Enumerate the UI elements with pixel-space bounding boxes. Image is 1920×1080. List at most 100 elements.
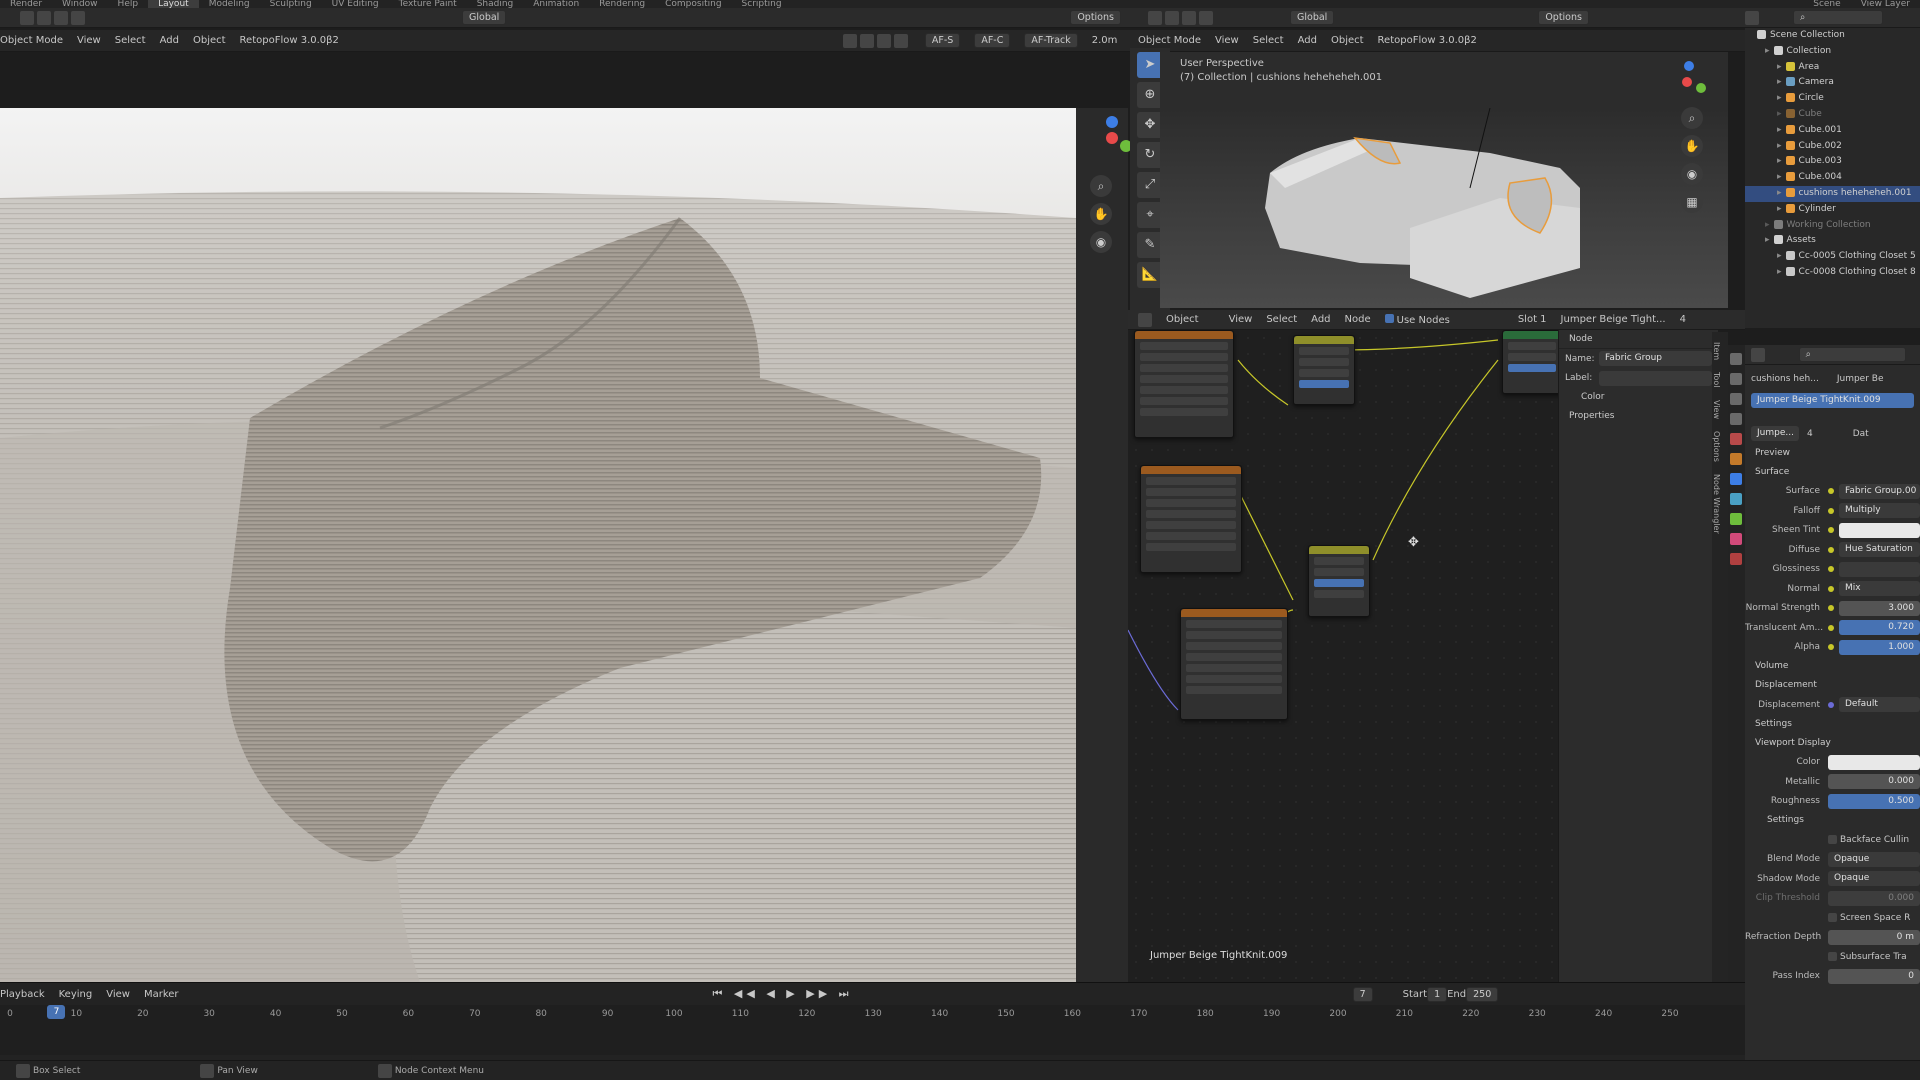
- right-camera-icon[interactable]: ◉: [1681, 163, 1703, 185]
- blend-mode-select[interactable]: Opaque: [1828, 851, 1920, 867]
- outliner-item[interactable]: ▸ Working Collection: [1745, 218, 1920, 234]
- view-layer-tab-icon[interactable]: [1730, 413, 1742, 425]
- node-editor-canvas[interactable]: ✥ Jumper Beige TightKnit.009: [1128, 330, 1558, 982]
- right-menu-object[interactable]: Object: [1331, 35, 1364, 46]
- surface-section[interactable]: Surface: [1745, 463, 1920, 482]
- topbar-tab[interactable]: Animation: [523, 0, 589, 8]
- displacement-section[interactable]: Displacement: [1745, 676, 1920, 695]
- right-menu-view[interactable]: View: [1215, 35, 1239, 46]
- shadow-mode-select[interactable]: Opaque: [1828, 871, 1920, 887]
- node-menu-view[interactable]: View: [1229, 314, 1253, 325]
- right-zoom-icon[interactable]: ⌕: [1681, 107, 1703, 129]
- node-color-section[interactable]: Color: [1571, 388, 1718, 407]
- viewport-shading-icons[interactable]: [842, 33, 911, 48]
- af-s-button[interactable]: AF-S: [924, 33, 961, 48]
- refraction-depth-field[interactable]: 0 m: [1828, 929, 1920, 945]
- expand-arrow-icon[interactable]: ▸: [1777, 172, 1782, 182]
- sidebar-tab-options[interactable]: Options: [1712, 419, 1721, 462]
- node-menu-add[interactable]: Add: [1311, 314, 1330, 325]
- outliner-item[interactable]: ▸ Cylinder: [1745, 202, 1920, 218]
- topbar-tab[interactable]: Scripting: [732, 0, 792, 8]
- retopoflow-menu[interactable]: RetopoFlow 3.0.0β2: [240, 35, 339, 46]
- clip-threshold-field[interactable]: 0.000: [1828, 890, 1920, 906]
- texture-tab-icon[interactable]: [1730, 553, 1742, 565]
- right-retopoflow-menu[interactable]: RetopoFlow 3.0.0β2: [1378, 35, 1477, 46]
- timeline-keying-menu[interactable]: Keying: [59, 989, 93, 1000]
- select-mode-icons[interactable]: [20, 10, 88, 25]
- orientation-dropdown[interactable]: Global: [462, 10, 507, 25]
- image-texture-node-1[interactable]: [1134, 330, 1234, 438]
- property-value[interactable]: 1.000: [1839, 639, 1920, 655]
- topbar-tab[interactable]: Shading: [467, 0, 524, 8]
- editor-type-icon[interactable]: [1138, 312, 1152, 327]
- outliner-item[interactable]: Scene Collection: [1745, 28, 1920, 44]
- expand-arrow-icon[interactable]: ▸: [1765, 46, 1770, 56]
- sidebar-tab-tool[interactable]: Tool: [1712, 360, 1721, 388]
- pan-hand-icon[interactable]: ✋: [1090, 203, 1112, 225]
- property-value[interactable]: Multiply: [1839, 503, 1920, 519]
- pass-index-field[interactable]: 0: [1828, 968, 1920, 984]
- node-label-field[interactable]: [1599, 370, 1712, 386]
- topbar-tab[interactable]: Sculpting: [260, 0, 322, 8]
- expand-arrow-icon[interactable]: ▸: [1777, 141, 1782, 151]
- node-section-title[interactable]: Node: [1559, 330, 1718, 349]
- right-pan-icon[interactable]: ✋: [1681, 135, 1703, 157]
- outliner-item[interactable]: ▸ Cube: [1745, 107, 1920, 123]
- expand-arrow-icon[interactable]: ▸: [1777, 62, 1782, 72]
- outliner-item[interactable]: ▸ Cube.001: [1745, 123, 1920, 139]
- menu-add[interactable]: Add: [160, 35, 179, 46]
- property-value[interactable]: [1839, 522, 1920, 538]
- topbar-tab[interactable]: Compositing: [655, 0, 731, 8]
- socket-icon[interactable]: [1828, 585, 1834, 592]
- settings-section[interactable]: Settings: [1745, 715, 1920, 734]
- right-orientation-dropdown[interactable]: Global: [1290, 10, 1335, 25]
- material-short-name[interactable]: Jumpe...: [1751, 426, 1799, 442]
- outliner-item[interactable]: ▸ Cube.002: [1745, 139, 1920, 155]
- end-frame-field[interactable]: 250: [1466, 986, 1499, 1002]
- timeline-view-menu[interactable]: View: [106, 989, 130, 1000]
- zoom-icon[interactable]: ⌕: [1090, 175, 1112, 197]
- outliner-item[interactable]: ▸ Cube.004: [1745, 170, 1920, 186]
- output-tab-icon[interactable]: [1730, 393, 1742, 405]
- expand-arrow-icon[interactable]: ▸: [1765, 220, 1770, 230]
- timeline-marker-menu[interactable]: Marker: [144, 989, 179, 1000]
- socket-icon[interactable]: [1828, 488, 1834, 495]
- node-menu-node[interactable]: Node: [1345, 314, 1371, 325]
- viewport-display-section[interactable]: Viewport Display: [1745, 734, 1920, 753]
- menu-select[interactable]: Select: [115, 35, 146, 46]
- topbar-tab[interactable]: Modeling: [199, 0, 260, 8]
- outliner-item[interactable]: ▸ Circle: [1745, 91, 1920, 107]
- topbar-tab[interactable]: Layout: [148, 0, 199, 8]
- data-label[interactable]: Dat: [1853, 429, 1869, 439]
- topbar-tab[interactable]: Window: [52, 0, 108, 8]
- property-value[interactable]: [1828, 754, 1920, 770]
- outliner-item[interactable]: ▸ cushions heheheheh.001: [1745, 185, 1920, 202]
- property-value[interactable]: Mix: [1839, 581, 1920, 597]
- property-value[interactable]: Fabric Group.00: [1839, 483, 1920, 499]
- image-texture-node-2[interactable]: [1140, 465, 1242, 573]
- outliner-item[interactable]: ▸ Camera: [1745, 75, 1920, 91]
- expand-arrow-icon[interactable]: ▸: [1777, 156, 1782, 166]
- outliner-type-icon[interactable]: [1745, 10, 1759, 25]
- displacement-value[interactable]: Default: [1839, 697, 1920, 713]
- image-texture-node-3[interactable]: [1180, 608, 1288, 720]
- sidebar-tab-item[interactable]: Item: [1712, 332, 1721, 360]
- slot-dropdown[interactable]: Slot 1: [1518, 314, 1547, 325]
- node-menu-select[interactable]: Select: [1266, 314, 1297, 325]
- property-value[interactable]: [1839, 561, 1920, 577]
- menu-view[interactable]: View: [77, 35, 101, 46]
- hue-saturation-node[interactable]: [1293, 335, 1355, 405]
- preview-section[interactable]: Preview: [1745, 444, 1920, 463]
- expand-arrow-icon[interactable]: ▸: [1777, 125, 1782, 135]
- view-layer-selector[interactable]: View Layer: [1851, 0, 1920, 8]
- right-grid-icon[interactable]: ▦: [1681, 191, 1703, 213]
- property-value[interactable]: 3.000: [1839, 600, 1920, 616]
- socket-icon[interactable]: [1828, 546, 1834, 553]
- right-mode-dropdown[interactable]: Object Mode: [1138, 35, 1201, 46]
- expand-arrow-icon[interactable]: ▸: [1777, 204, 1782, 214]
- material-tab-icon[interactable]: [1730, 533, 1742, 545]
- sidebar-tab-node-wrangler[interactable]: Node Wrangler: [1712, 462, 1721, 534]
- topbar-tab[interactable]: Rendering: [589, 0, 655, 8]
- material-selector[interactable]: Jumper Beige Tight...: [1561, 314, 1666, 325]
- socket-icon[interactable]: [1828, 644, 1834, 651]
